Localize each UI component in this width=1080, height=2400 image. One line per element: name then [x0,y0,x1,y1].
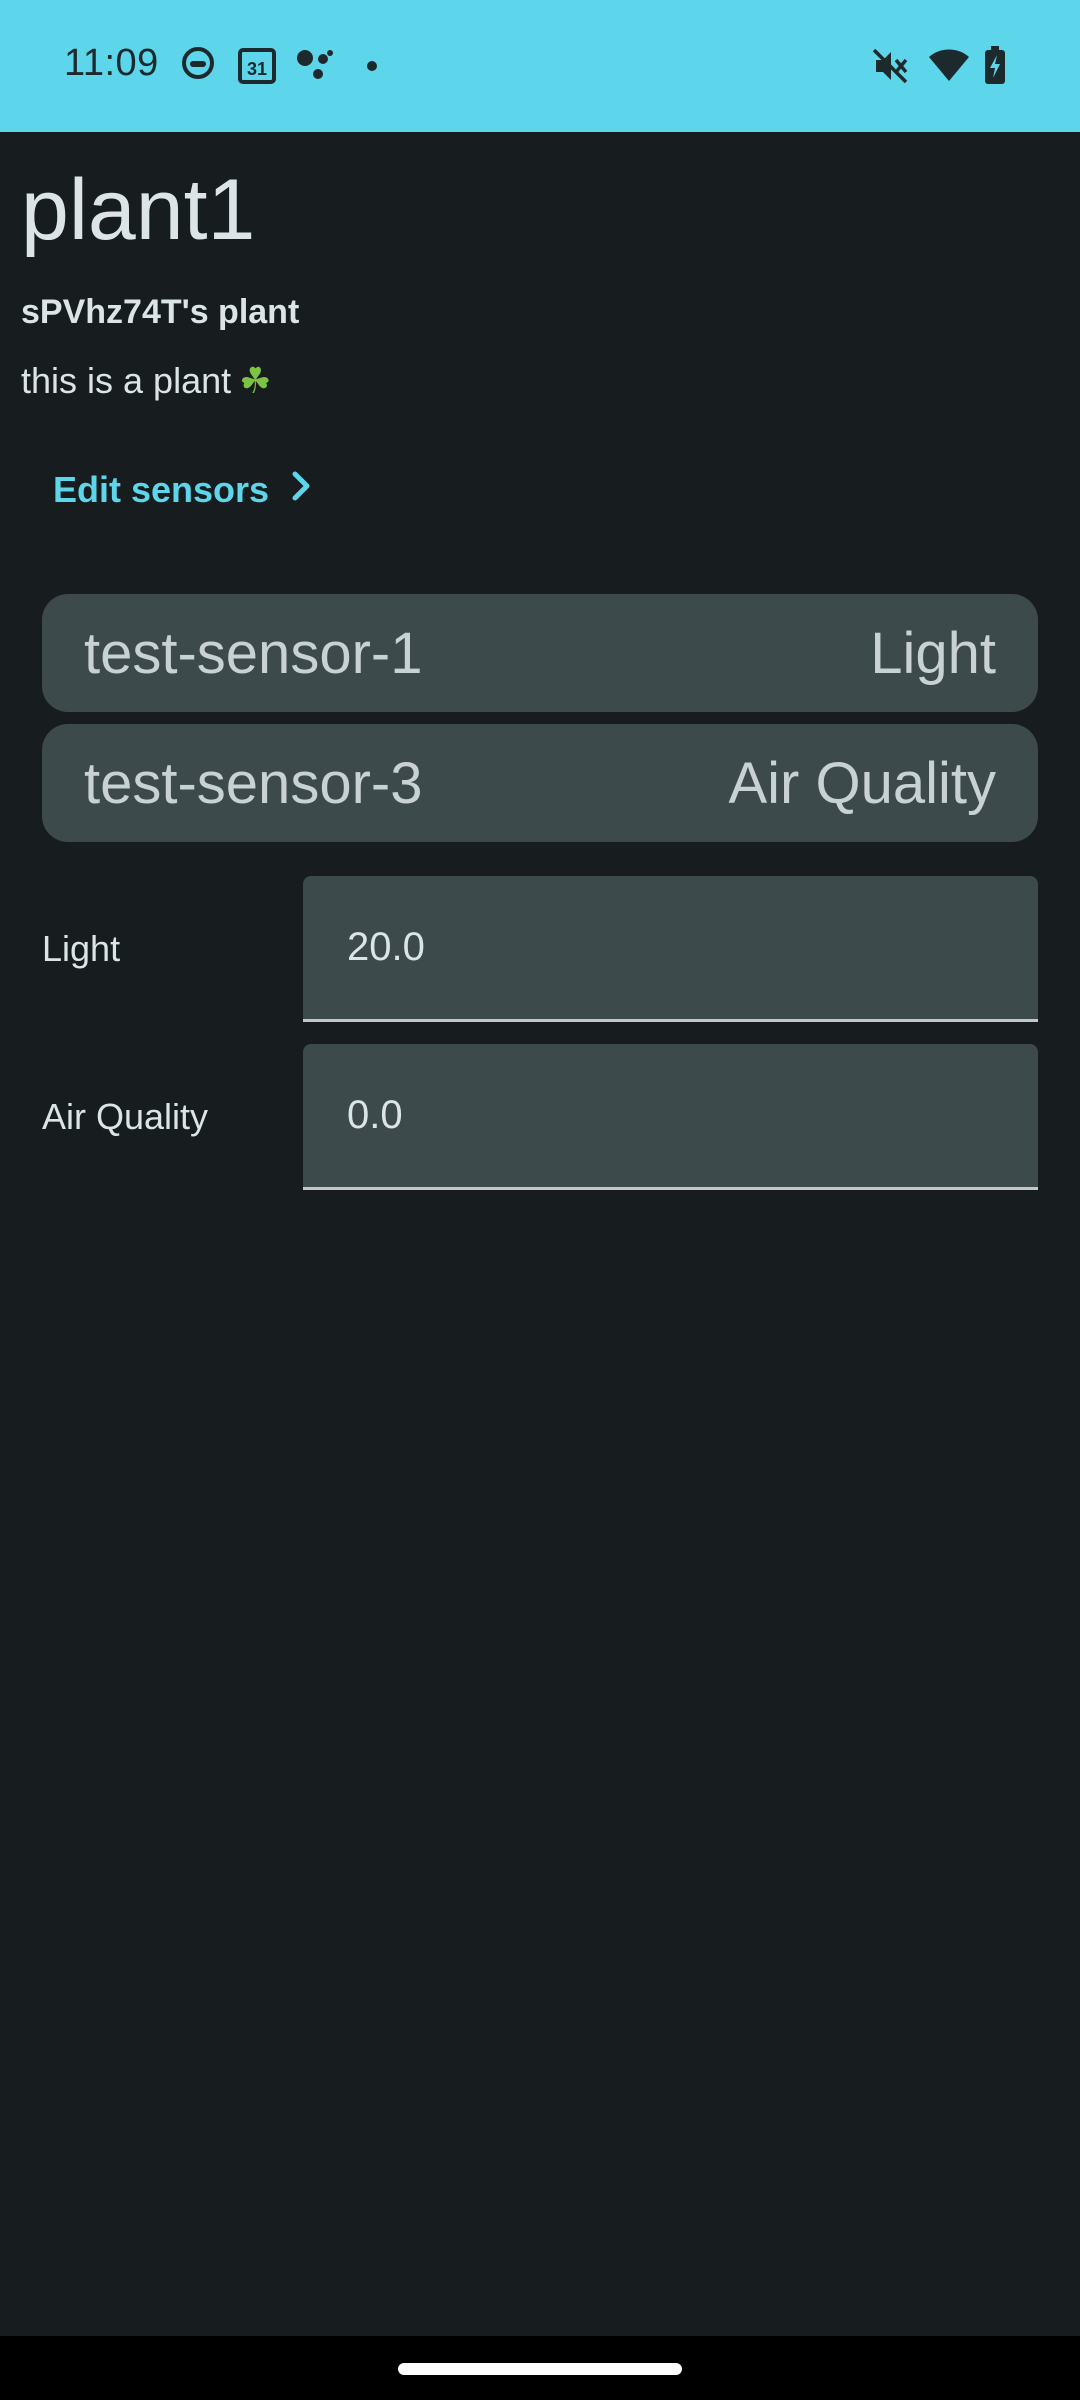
plant-title: plant1 [21,162,256,258]
edit-sensors-label: Edit sensors [53,469,270,510]
light-field-label: Light [42,928,121,969]
status-bar: 11:09 31 [0,0,1080,132]
calendar-day: 31 [247,59,267,79]
air-quality-field-row: Air Quality [42,1044,1038,1190]
plant-description-text: this is a plant [21,360,232,401]
sensor-type: Air Quality [728,750,996,816]
mute-icon [872,48,908,84]
edit-sensors-button[interactable]: Edit sensors [53,466,311,514]
sensor-name: test-sensor-3 [84,750,423,816]
dot-icon [366,60,378,72]
sensor-type: Light [870,620,996,686]
wifi-icon [928,48,970,82]
sensor-card[interactable]: test-sensor-3 Air Quality [42,724,1038,842]
shamrock-icon: ☘ [239,360,272,401]
plant-description: this is a plant ☘ [21,358,271,404]
light-value-input[interactable] [303,876,1038,1022]
light-field-row: Light [42,876,1038,1022]
cat-face-icon [180,44,216,80]
battery-charging-icon [984,46,1006,84]
status-time: 11:09 [64,42,159,84]
assistant-icon [296,48,334,82]
air-quality-field-label: Air Quality [42,1096,209,1137]
sensor-name: test-sensor-1 [84,620,423,686]
home-gesture-handle[interactable] [398,2363,682,2375]
plant-owner: sPVhz74T's plant [21,293,300,331]
sensor-card[interactable]: test-sensor-1 Light [42,594,1038,712]
calendar-icon: 31 [238,46,276,84]
chevron-right-icon [291,466,311,514]
air-quality-value-input[interactable] [303,1044,1038,1190]
